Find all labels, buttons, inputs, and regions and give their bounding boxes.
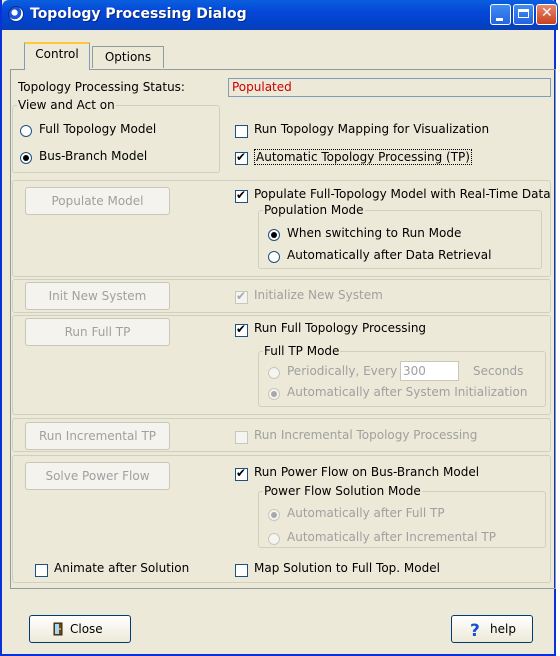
solve-power-flow-button[interactable]: Solve Power Flow <box>25 462 170 490</box>
run-incremental-tp-label[interactable]: Run Incremental Topology Processing <box>254 428 477 442</box>
populate-full-topology-checkbox[interactable] <box>235 188 248 203</box>
when-switching-run-mode-label[interactable]: When switching to Run Mode <box>287 226 461 240</box>
when-switching-run-mode-radio[interactable] <box>268 229 280 241</box>
view-group-legend: View and Act on <box>18 98 115 112</box>
init-new-system-button[interactable]: Init New System <box>25 282 170 310</box>
map-solution-label[interactable]: Map Solution to Full Top. Model <box>254 561 440 575</box>
window-title: Topology Processing Dialog <box>30 6 247 22</box>
tab-control[interactable]: Control <box>24 42 90 70</box>
app-globe-icon[interactable] <box>8 6 24 22</box>
full-topology-model-radio[interactable] <box>20 125 32 137</box>
close-button[interactable]: Close <box>29 615 131 643</box>
automatic-tp-label[interactable]: Automatic Topology Processing (TP) <box>254 149 472 165</box>
door-exit-icon <box>53 622 63 636</box>
populate-full-topology-label[interactable]: Populate Full-Topology Model with Real-T… <box>254 187 551 201</box>
close-window-button[interactable] <box>536 4 557 25</box>
tab-options[interactable]: Options <box>92 46 164 68</box>
bus-branch-model-radio[interactable] <box>20 152 32 164</box>
title-bar[interactable]: Topology Processing Dialog <box>2 0 558 30</box>
run-full-tp-button[interactable]: Run Full TP <box>25 318 170 346</box>
population-mode-legend: Population Mode <box>264 203 364 217</box>
status-label: Topology Processing Status: <box>18 80 185 94</box>
after-system-init-radio[interactable] <box>268 388 280 400</box>
run-power-flow-label[interactable]: Run Power Flow on Bus-Branch Model <box>254 465 479 479</box>
after-incremental-tp-label[interactable]: Automatically after Incremental TP <box>287 530 496 544</box>
full-topology-model-label[interactable]: Full Topology Model <box>39 122 156 136</box>
power-flow-mode-legend: Power Flow Solution Mode <box>264 484 421 498</box>
after-data-retrieval-radio[interactable] <box>268 251 280 263</box>
minimize-button[interactable] <box>490 4 511 25</box>
initialize-new-system-label[interactable]: Initialize New System <box>254 288 383 302</box>
period-unit-label: Seconds <box>473 364 524 378</box>
dialog-window: Topology Processing Dialog Control Optio… <box>0 0 558 656</box>
animate-after-solution-checkbox[interactable] <box>35 564 48 577</box>
maximize-button[interactable] <box>513 4 534 25</box>
full-tp-mode-legend: Full TP Mode <box>264 344 340 358</box>
periodically-radio[interactable] <box>268 367 280 379</box>
bus-branch-model-label[interactable]: Bus-Branch Model <box>39 149 147 163</box>
periodically-label[interactable]: Periodically, Every <box>287 364 397 378</box>
automatic-tp-checkbox[interactable] <box>235 150 248 165</box>
status-value: Populated <box>228 78 551 97</box>
after-full-tp-radio[interactable] <box>268 509 280 521</box>
animate-after-solution-label[interactable]: Animate after Solution <box>54 561 189 575</box>
after-full-tp-label[interactable]: Automatically after Full TP <box>287 506 445 520</box>
period-seconds-input[interactable]: 300 <box>400 361 459 381</box>
initialize-new-system-checkbox[interactable] <box>235 289 248 304</box>
after-system-init-label[interactable]: Automatically after System Initializatio… <box>287 385 527 399</box>
after-data-retrieval-label[interactable]: Automatically after Data Retrieval <box>287 248 491 262</box>
run-topology-mapping-checkbox[interactable] <box>235 125 248 138</box>
close-button-label: Close <box>70 622 103 636</box>
help-button[interactable]: ? help <box>451 615 533 643</box>
run-power-flow-checkbox[interactable] <box>235 466 248 481</box>
run-incremental-tp-checkbox[interactable] <box>235 431 248 444</box>
map-solution-checkbox[interactable] <box>235 564 248 577</box>
run-incremental-tp-button[interactable]: Run Incremental TP <box>25 422 170 450</box>
question-mark-icon: ? <box>470 621 480 641</box>
run-full-topology-checkbox[interactable] <box>235 322 248 337</box>
run-topology-mapping-label[interactable]: Run Topology Mapping for Visualization <box>254 122 489 136</box>
after-incremental-tp-radio[interactable] <box>268 533 280 545</box>
populate-model-button[interactable]: Populate Model <box>25 187 170 215</box>
run-full-topology-label[interactable]: Run Full Topology Processing <box>254 321 426 335</box>
help-button-label: help <box>490 622 516 636</box>
